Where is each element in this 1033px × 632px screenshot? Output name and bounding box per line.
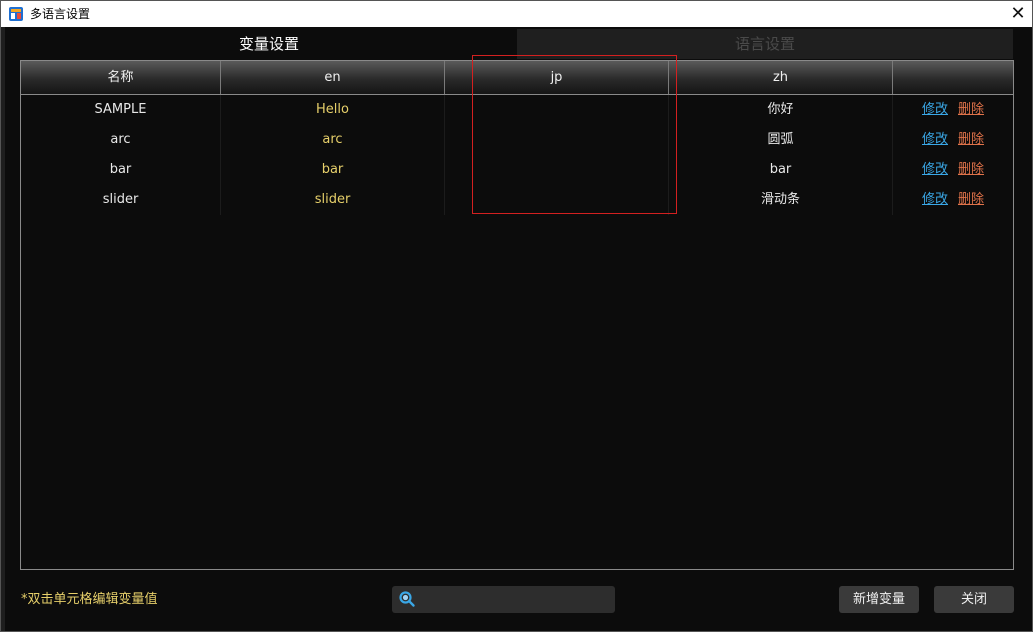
cell-name[interactable]: slider <box>21 185 221 215</box>
header-zh[interactable]: zh <box>669 61 893 94</box>
delete-link[interactable]: 删除 <box>958 192 984 207</box>
header-en[interactable]: en <box>221 61 445 94</box>
search-box[interactable] <box>392 586 615 613</box>
cell-en[interactable]: Hello <box>221 95 445 125</box>
cell-en[interactable]: slider <box>221 185 445 215</box>
header-name[interactable]: 名称 <box>21 61 221 94</box>
left-border-strip <box>1 27 5 631</box>
cell-zh[interactable]: 圆弧 <box>669 125 893 155</box>
cell-jp[interactable] <box>445 125 669 155</box>
cell-en[interactable]: arc <box>221 125 445 155</box>
edit-link[interactable]: 修改 <box>922 162 948 177</box>
cell-jp[interactable] <box>445 95 669 125</box>
cell-jp[interactable] <box>445 155 669 185</box>
table-row: slider slider 滑动条 修改 删除 <box>21 185 1013 215</box>
search-input[interactable] <box>420 589 612 612</box>
cell-actions: 修改 删除 <box>893 125 1013 155</box>
title-bar: 多语言设置 ✕ <box>1 1 1032 27</box>
cell-zh[interactable]: 你好 <box>669 95 893 125</box>
delete-link[interactable]: 删除 <box>958 162 984 177</box>
cell-en[interactable]: bar <box>221 155 445 185</box>
table-row: SAMPLE Hello 你好 修改 删除 <box>21 95 1013 125</box>
delete-link[interactable]: 删除 <box>958 102 984 117</box>
header-jp[interactable]: jp <box>445 61 669 94</box>
language-settings-window: 多语言设置 ✕ 变量设置 语言设置 名称 en jp zh SAMPLE Hel… <box>0 0 1033 632</box>
delete-link[interactable]: 删除 <box>958 132 984 147</box>
table-row: arc arc 圆弧 修改 删除 <box>21 125 1013 155</box>
cell-zh[interactable]: bar <box>669 155 893 185</box>
cell-name[interactable]: bar <box>21 155 221 185</box>
cell-actions: 修改 删除 <box>893 155 1013 185</box>
app-logo-icon <box>9 7 23 21</box>
table-header: 名称 en jp zh <box>21 61 1013 95</box>
edit-link[interactable]: 修改 <box>922 102 948 117</box>
window-title: 多语言设置 <box>30 7 91 21</box>
tab-language-settings[interactable]: 语言设置 <box>517 29 1013 59</box>
header-actions <box>893 61 1013 94</box>
edit-link[interactable]: 修改 <box>922 132 948 147</box>
cell-zh[interactable]: 滑动条 <box>669 185 893 215</box>
table-row: bar bar bar 修改 删除 <box>21 155 1013 185</box>
close-icon: ✕ <box>1010 3 1026 24</box>
add-variable-button[interactable]: 新增变量 <box>839 586 919 613</box>
cell-jp[interactable] <box>445 185 669 215</box>
cell-actions: 修改 删除 <box>893 95 1013 125</box>
edit-hint: *双击单元格编辑变量值 <box>21 592 158 607</box>
cell-actions: 修改 删除 <box>893 185 1013 215</box>
close-button[interactable]: 关闭 <box>934 586 1014 613</box>
window-close-button[interactable]: ✕ <box>1006 1 1030 27</box>
variable-table: 名称 en jp zh SAMPLE Hello 你好 修改 删除 arc arc… <box>20 60 1014 570</box>
edit-link[interactable]: 修改 <box>922 192 948 207</box>
tab-variable-settings[interactable]: 变量设置 <box>21 29 517 59</box>
search-icon <box>399 591 415 607</box>
tab-bar: 变量设置 语言设置 <box>21 29 1013 59</box>
cell-name[interactable]: SAMPLE <box>21 95 221 125</box>
cell-name[interactable]: arc <box>21 125 221 155</box>
